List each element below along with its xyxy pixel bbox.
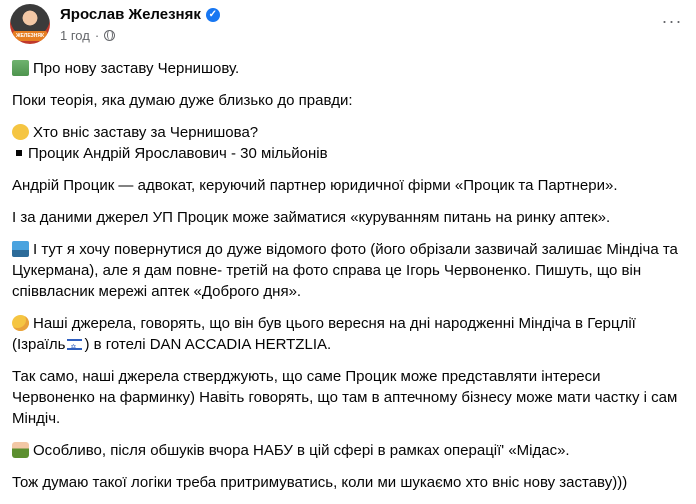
israel-flag-icon [67, 337, 83, 358]
money-icon [12, 60, 29, 76]
post-header: ЖЕЛЕЗНЯК Ярослав Железняк ✓ 1 год · ··· [10, 4, 686, 46]
paragraph-1: Про нову заставу Чернишову. [12, 58, 684, 79]
paragraph-4: Андрій Процик — адвокат, керуючий партне… [12, 177, 618, 194]
square-bullet-icon [16, 150, 22, 156]
post-body: Про нову заставу Чернишову. Поки теорія,… [12, 58, 684, 504]
paragraph-6: І тут я хочу повернутися до дуже відомог… [12, 241, 678, 300]
paragraph-3b: Процик Андрій Ярославович - 30 мільйонів [12, 143, 684, 164]
more-options-icon[interactable]: ··· [658, 10, 686, 38]
facebook-post: ЖЕЛЕЗНЯК Ярослав Железняк ✓ 1 год · ··· … [0, 0, 696, 491]
avatar-badge: ЖЕЛЕЗНЯК [13, 31, 47, 41]
paragraph-7: Наші джерела, говорять, що він був цього… [12, 313, 684, 358]
author-name-row: Ярослав Железняк ✓ [60, 6, 220, 23]
paragraph-2: Поки теорія, яка думаю дуже близько до п… [12, 92, 353, 109]
author-name[interactable]: Ярослав Железняк [60, 6, 201, 23]
paragraph-5: І за даними джерел УП Процик може займат… [12, 209, 611, 226]
grimacing-face-icon [12, 124, 29, 140]
paragraph-8: Так само, наші джерела стверджують, що с… [12, 368, 678, 427]
paragraph-10: Тож думаю такої логіки треба притримуват… [12, 474, 628, 491]
paragraph-9: Особливо, після обшуків вчора НАБУ в цій… [12, 440, 684, 461]
post-timestamp[interactable]: 1 год [60, 28, 90, 43]
globe-icon[interactable] [104, 30, 116, 41]
post-meta: 1 год · [60, 28, 116, 43]
party-face-icon [12, 315, 29, 331]
man-shrugging-icon [12, 442, 29, 458]
verified-check-icon: ✓ [205, 7, 220, 22]
ship-icon [12, 241, 29, 257]
avatar[interactable]: ЖЕЛЕЗНЯК [10, 4, 50, 44]
paragraph-3a: Хто вніс заставу за Чернишова? [12, 122, 684, 143]
meta-dot: · [94, 28, 100, 43]
